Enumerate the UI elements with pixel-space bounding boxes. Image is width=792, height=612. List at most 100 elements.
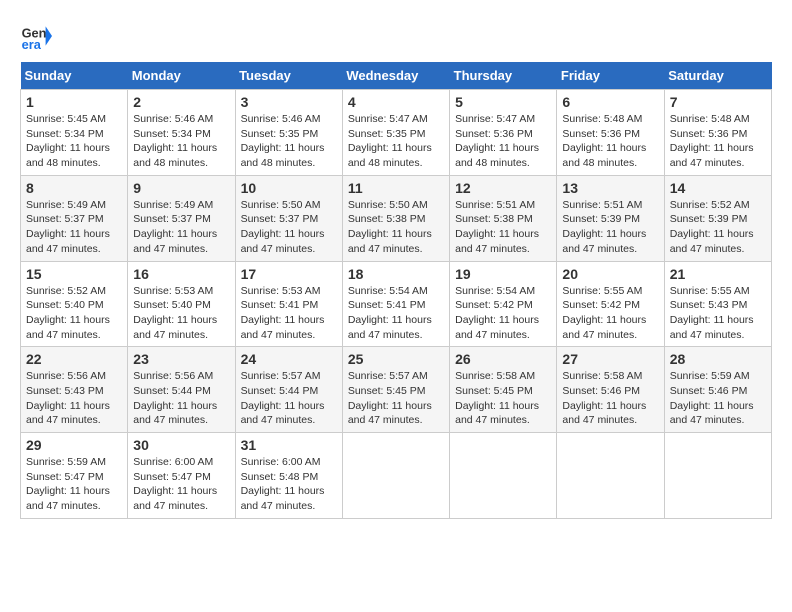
logo: Gen era [20,20,56,52]
calendar-day-cell: 15 Sunrise: 5:52 AMSunset: 5:40 PMDaylig… [21,261,128,347]
calendar-day-cell: 28 Sunrise: 5:59 AMSunset: 5:46 PMDaylig… [664,347,771,433]
calendar-day-cell: 4 Sunrise: 5:47 AMSunset: 5:35 PMDayligh… [342,90,449,176]
day-details: Sunrise: 5:55 AMSunset: 5:42 PMDaylight:… [562,285,646,341]
day-details: Sunrise: 5:47 AMSunset: 5:36 PMDaylight:… [455,113,539,169]
calendar-day-cell: 22 Sunrise: 5:56 AMSunset: 5:43 PMDaylig… [21,347,128,433]
day-number: 10 [241,180,337,196]
day-number: 22 [26,351,122,367]
day-number: 26 [455,351,551,367]
calendar-week-row: 22 Sunrise: 5:56 AMSunset: 5:43 PMDaylig… [21,347,772,433]
calendar-week-row: 8 Sunrise: 5:49 AMSunset: 5:37 PMDayligh… [21,175,772,261]
calendar-header-row: SundayMondayTuesdayWednesdayThursdayFrid… [21,62,772,90]
day-details: Sunrise: 5:51 AMSunset: 5:39 PMDaylight:… [562,199,646,255]
day-number: 16 [133,266,229,282]
calendar-empty-cell [664,433,771,519]
calendar-day-cell: 9 Sunrise: 5:49 AMSunset: 5:37 PMDayligh… [128,175,235,261]
day-details: Sunrise: 5:45 AMSunset: 5:34 PMDaylight:… [26,113,110,169]
calendar-day-cell: 16 Sunrise: 5:53 AMSunset: 5:40 PMDaylig… [128,261,235,347]
day-details: Sunrise: 5:59 AMSunset: 5:47 PMDaylight:… [26,456,110,512]
calendar-day-cell: 8 Sunrise: 5:49 AMSunset: 5:37 PMDayligh… [21,175,128,261]
calendar-day-cell: 10 Sunrise: 5:50 AMSunset: 5:37 PMDaylig… [235,175,342,261]
calendar-table: SundayMondayTuesdayWednesdayThursdayFrid… [20,62,772,519]
day-details: Sunrise: 5:49 AMSunset: 5:37 PMDaylight:… [26,199,110,255]
day-details: Sunrise: 5:59 AMSunset: 5:46 PMDaylight:… [670,370,754,426]
calendar-day-header: Wednesday [342,62,449,90]
day-details: Sunrise: 5:56 AMSunset: 5:44 PMDaylight:… [133,370,217,426]
calendar-day-cell: 20 Sunrise: 5:55 AMSunset: 5:42 PMDaylig… [557,261,664,347]
day-number: 9 [133,180,229,196]
logo-icon: Gen era [20,20,52,52]
day-details: Sunrise: 5:54 AMSunset: 5:42 PMDaylight:… [455,285,539,341]
day-number: 5 [455,94,551,110]
calendar-day-cell: 30 Sunrise: 6:00 AMSunset: 5:47 PMDaylig… [128,433,235,519]
day-number: 1 [26,94,122,110]
day-details: Sunrise: 5:46 AMSunset: 5:34 PMDaylight:… [133,113,217,169]
day-details: Sunrise: 5:52 AMSunset: 5:40 PMDaylight:… [26,285,110,341]
calendar-day-cell: 23 Sunrise: 5:56 AMSunset: 5:44 PMDaylig… [128,347,235,433]
calendar-day-cell: 25 Sunrise: 5:57 AMSunset: 5:45 PMDaylig… [342,347,449,433]
calendar-day-header: Thursday [450,62,557,90]
day-number: 31 [241,437,337,453]
day-details: Sunrise: 5:53 AMSunset: 5:41 PMDaylight:… [241,285,325,341]
day-number: 3 [241,94,337,110]
calendar-day-cell: 5 Sunrise: 5:47 AMSunset: 5:36 PMDayligh… [450,90,557,176]
calendar-day-cell: 11 Sunrise: 5:50 AMSunset: 5:38 PMDaylig… [342,175,449,261]
day-details: Sunrise: 5:50 AMSunset: 5:37 PMDaylight:… [241,199,325,255]
day-number: 15 [26,266,122,282]
day-details: Sunrise: 5:51 AMSunset: 5:38 PMDaylight:… [455,199,539,255]
calendar-day-cell: 24 Sunrise: 5:57 AMSunset: 5:44 PMDaylig… [235,347,342,433]
day-number: 29 [26,437,122,453]
day-number: 7 [670,94,766,110]
calendar-day-cell: 3 Sunrise: 5:46 AMSunset: 5:35 PMDayligh… [235,90,342,176]
day-number: 2 [133,94,229,110]
day-number: 24 [241,351,337,367]
calendar-day-header: Tuesday [235,62,342,90]
calendar-day-cell: 29 Sunrise: 5:59 AMSunset: 5:47 PMDaylig… [21,433,128,519]
day-number: 23 [133,351,229,367]
day-details: Sunrise: 5:55 AMSunset: 5:43 PMDaylight:… [670,285,754,341]
calendar-day-header: Sunday [21,62,128,90]
day-details: Sunrise: 6:00 AMSunset: 5:47 PMDaylight:… [133,456,217,512]
day-details: Sunrise: 5:52 AMSunset: 5:39 PMDaylight:… [670,199,754,255]
calendar-day-header: Friday [557,62,664,90]
calendar-day-cell: 19 Sunrise: 5:54 AMSunset: 5:42 PMDaylig… [450,261,557,347]
calendar-day-cell: 18 Sunrise: 5:54 AMSunset: 5:41 PMDaylig… [342,261,449,347]
calendar-day-cell: 7 Sunrise: 5:48 AMSunset: 5:36 PMDayligh… [664,90,771,176]
day-number: 4 [348,94,444,110]
day-number: 25 [348,351,444,367]
day-details: Sunrise: 5:54 AMSunset: 5:41 PMDaylight:… [348,285,432,341]
page-header: Gen era [20,20,772,52]
calendar-day-cell: 2 Sunrise: 5:46 AMSunset: 5:34 PMDayligh… [128,90,235,176]
day-number: 27 [562,351,658,367]
calendar-day-cell: 6 Sunrise: 5:48 AMSunset: 5:36 PMDayligh… [557,90,664,176]
day-number: 18 [348,266,444,282]
calendar-day-header: Monday [128,62,235,90]
day-number: 8 [26,180,122,196]
day-number: 20 [562,266,658,282]
day-number: 13 [562,180,658,196]
calendar-day-cell: 1 Sunrise: 5:45 AMSunset: 5:34 PMDayligh… [21,90,128,176]
calendar-empty-cell [557,433,664,519]
day-details: Sunrise: 6:00 AMSunset: 5:48 PMDaylight:… [241,456,325,512]
day-number: 12 [455,180,551,196]
day-details: Sunrise: 5:53 AMSunset: 5:40 PMDaylight:… [133,285,217,341]
day-details: Sunrise: 5:47 AMSunset: 5:35 PMDaylight:… [348,113,432,169]
day-details: Sunrise: 5:57 AMSunset: 5:45 PMDaylight:… [348,370,432,426]
day-number: 30 [133,437,229,453]
day-number: 14 [670,180,766,196]
calendar-day-cell: 13 Sunrise: 5:51 AMSunset: 5:39 PMDaylig… [557,175,664,261]
day-details: Sunrise: 5:58 AMSunset: 5:45 PMDaylight:… [455,370,539,426]
calendar-week-row: 29 Sunrise: 5:59 AMSunset: 5:47 PMDaylig… [21,433,772,519]
svg-text:era: era [22,37,42,52]
calendar-empty-cell [450,433,557,519]
day-details: Sunrise: 5:46 AMSunset: 5:35 PMDaylight:… [241,113,325,169]
calendar-day-cell: 12 Sunrise: 5:51 AMSunset: 5:38 PMDaylig… [450,175,557,261]
calendar-day-cell: 31 Sunrise: 6:00 AMSunset: 5:48 PMDaylig… [235,433,342,519]
day-number: 6 [562,94,658,110]
calendar-day-cell: 21 Sunrise: 5:55 AMSunset: 5:43 PMDaylig… [664,261,771,347]
day-number: 21 [670,266,766,282]
day-details: Sunrise: 5:57 AMSunset: 5:44 PMDaylight:… [241,370,325,426]
calendar-day-cell: 14 Sunrise: 5:52 AMSunset: 5:39 PMDaylig… [664,175,771,261]
calendar-day-header: Saturday [664,62,771,90]
day-number: 11 [348,180,444,196]
